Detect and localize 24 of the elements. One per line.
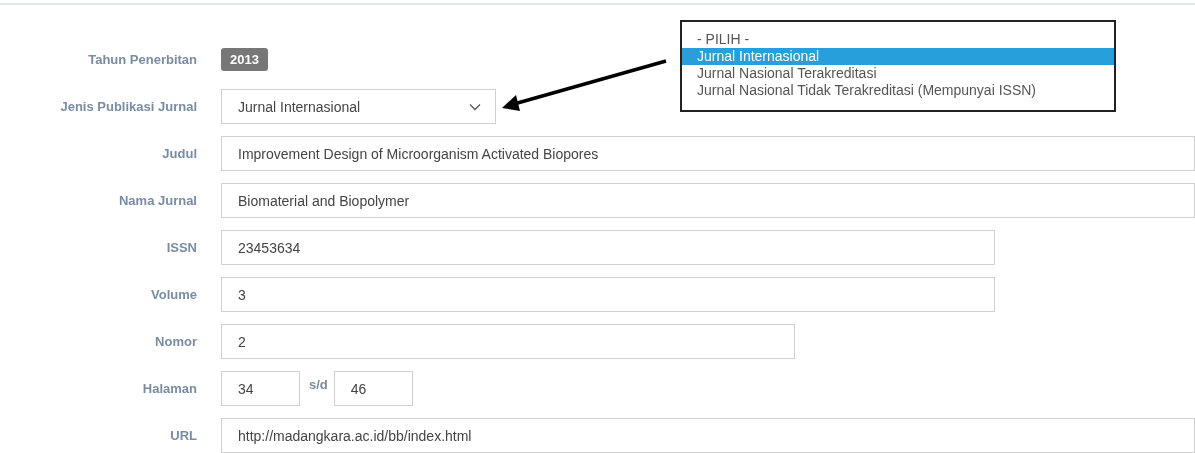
input-field[interactable]: http://madangkara.ac.id/bb/index.html [221, 418, 1195, 453]
field-label: ISSN [165, 240, 197, 255]
year-badge: 2013 [221, 48, 268, 71]
range-separator: s/d [309, 377, 328, 392]
input-field[interactable]: 2 [221, 324, 795, 359]
dropdown-option[interactable]: Jurnal Nasional Tidak Terakreditasi (Mempunyai ISSN) [682, 82, 1114, 99]
input-field[interactable]: Biomaterial and Biopolymer [221, 183, 1195, 218]
input-field[interactable]: 23453634 [221, 230, 995, 265]
input-field[interactable]: 46 [333, 371, 413, 406]
field-label: Tahun Penerbitan [87, 52, 197, 67]
field-label: Jenis Publikasi Jurnal [59, 99, 197, 114]
select-field[interactable]: Jurnal Internasional [221, 89, 496, 124]
field-label: Nomor [154, 334, 197, 349]
input-field[interactable]: Improvement Design of Microorganism Activated Biopores [221, 136, 1195, 171]
input-field[interactable]: 34 [221, 371, 300, 406]
dropdown-option[interactable]: Jurnal Nasional Terakreditasi [682, 65, 1114, 82]
dropdown-option[interactable]: - PILIH - [682, 31, 1114, 48]
input-field[interactable]: 3 [221, 277, 995, 312]
field-label: Judul [161, 146, 197, 161]
chevron-down-icon [469, 102, 481, 111]
field-label: Halaman [141, 381, 197, 396]
field-label: Nama Jurnal [117, 193, 197, 208]
field-label: URL [169, 428, 197, 443]
field-label: Volume [150, 287, 197, 302]
